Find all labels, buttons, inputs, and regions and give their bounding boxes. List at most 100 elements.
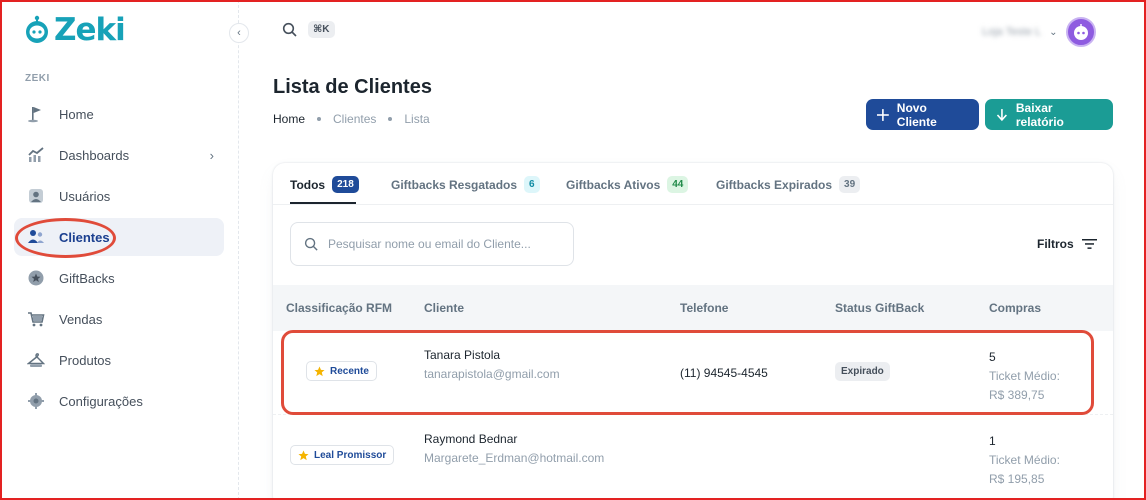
sidebar-collapse-button[interactable]: ‹ <box>229 23 249 43</box>
sidebar-item-label: Clientes <box>59 229 110 245</box>
table-row[interactable]: Leal Promissor Raymond Bednar Margarete_… <box>273 415 1113 499</box>
tab-label: Todos <box>290 177 326 192</box>
purchases-cell: 5 Ticket Médio: R$ 389,75 <box>989 348 1060 405</box>
sidebar-item-dashboards[interactable]: Dashboards › <box>14 136 224 174</box>
column-header-cliente[interactable]: Cliente <box>424 301 464 315</box>
rfm-badge: Recente <box>306 361 377 381</box>
star-icon <box>314 365 325 376</box>
avatar[interactable] <box>1065 17 1096 47</box>
breadcrumb-clientes[interactable]: Clientes <box>333 112 376 126</box>
search-icon <box>304 237 318 251</box>
account-menu[interactable]: Loja Teste L ⌄ <box>982 17 1096 47</box>
tab-giftbacks-ativos[interactable]: Giftbacks Ativos 44 <box>566 176 689 193</box>
chevron-down-icon: ⌄ <box>1049 26 1058 38</box>
ticket-label: Ticket Médio: <box>989 453 1060 467</box>
status-tabs: Todos 218 Giftbacks Resgatados 6 Giftbac… <box>273 163 1113 205</box>
sidebar-item-configuracoes[interactable]: Configurações <box>14 382 224 420</box>
tab-label: Giftbacks Expirados <box>716 177 833 192</box>
breadcrumb: Home Clientes Lista <box>273 112 430 126</box>
new-client-label: Novo Cliente <box>896 100 937 129</box>
column-header-status[interactable]: Status GiftBack <box>835 301 924 315</box>
chevron-right-icon: › <box>209 147 214 163</box>
ticket-label: Ticket Médio: <box>989 369 1060 383</box>
chart-line-icon <box>26 145 46 165</box>
filters-label: Filtros <box>1037 237 1074 251</box>
sidebar-item-label: Home <box>59 106 94 122</box>
download-report-button[interactable]: Baixar relatório <box>985 99 1113 130</box>
tab-count: 6 <box>524 176 540 193</box>
rfm-badge: Leal Promissor <box>290 445 395 465</box>
filter-icon <box>1081 239 1097 249</box>
sidebar-section-label: ZEKI <box>25 73 50 84</box>
robot-logo-icon <box>26 15 48 43</box>
tab-todos[interactable]: Todos 218 <box>290 176 359 193</box>
hanger-icon <box>26 350 46 370</box>
client-search-field[interactable] <box>290 222 574 266</box>
search-icon <box>282 22 297 37</box>
sidebar-item-label: GiftBacks <box>59 270 115 286</box>
tab-giftbacks-expirados[interactable]: Giftbacks Expirados 39 <box>716 176 861 193</box>
column-header-rfm[interactable]: Classificação RFM <box>286 301 392 315</box>
column-header-telefone[interactable]: Telefone <box>680 301 728 315</box>
table-row[interactable]: Recente Tanara Pistola tanarapistola@gma… <box>273 331 1113 415</box>
client-search-input[interactable] <box>328 237 558 251</box>
tab-count: 218 <box>332 176 359 193</box>
tab-count: 44 <box>667 176 689 193</box>
star-badge-icon <box>26 268 46 288</box>
sidebar-item-label: Usuários <box>59 188 111 204</box>
table-header: Classificação RFM Cliente Telefone Statu… <box>273 285 1113 331</box>
rfm-label: Recente <box>330 365 369 377</box>
tab-count: 39 <box>839 176 861 193</box>
purchases-cell: 1 Ticket Médio: R$ 195,85 <box>989 432 1060 489</box>
download-report-label: Baixar relatório <box>1015 100 1064 129</box>
ticket-value: R$ 195,85 <box>989 472 1045 486</box>
star-icon <box>298 449 309 460</box>
column-header-compras[interactable]: Compras <box>989 301 1041 315</box>
breadcrumb-lista: Lista <box>404 112 430 126</box>
flag-icon <box>26 104 46 124</box>
logo[interactable]: Zeki <box>22 12 126 48</box>
brand-name: Zeki <box>54 12 126 48</box>
tab-label: Giftbacks Ativos <box>566 177 661 192</box>
purchase-count: 1 <box>989 434 996 448</box>
cart-icon <box>26 309 46 329</box>
sidebar-item-home[interactable]: Home <box>14 95 224 133</box>
sidebar-item-clientes[interactable]: Clientes <box>14 218 224 256</box>
sidebar-item-label: Vendas <box>59 311 103 327</box>
page-title: Lista de Clientes <box>273 76 432 98</box>
sidebar: Zeki ZEKI Home Dashboards › Usuários Cli… <box>0 0 239 500</box>
active-tab-indicator <box>290 202 356 204</box>
new-client-button[interactable]: Novo Cliente <box>866 99 979 130</box>
clients-icon <box>26 227 46 247</box>
sidebar-nav: Home Dashboards › Usuários Clientes Gift… <box>14 95 224 423</box>
global-search-trigger[interactable]: ⌘K <box>282 21 335 38</box>
giftback-status-badge: Expirado <box>835 362 890 381</box>
breadcrumb-home[interactable]: Home <box>273 112 305 126</box>
ticket-value: R$ 389,75 <box>989 388 1045 402</box>
sidebar-item-label: Dashboards <box>59 147 130 163</box>
rfm-label: Leal Promissor <box>314 449 387 461</box>
client-email: Margarete_Erdman@hotmail.com <box>424 451 605 465</box>
sidebar-item-giftbacks[interactable]: GiftBacks <box>14 259 224 297</box>
tab-label: Giftbacks Resgatados <box>391 177 518 192</box>
sidebar-item-usuarios[interactable]: Usuários <box>14 177 224 215</box>
arrow-down-icon <box>996 108 1007 121</box>
client-phone: (11) 94545-4545 <box>680 366 768 380</box>
filters-button[interactable]: Filtros <box>1037 237 1097 251</box>
client-name: Raymond Bednar <box>424 432 518 446</box>
breadcrumb-separator <box>317 117 322 121</box>
keyboard-shortcut-badge: ⌘K <box>308 21 335 38</box>
robot-avatar-icon <box>1073 24 1088 40</box>
sidebar-item-produtos[interactable]: Produtos <box>14 341 224 379</box>
sidebar-item-label: Configurações <box>59 393 143 409</box>
clients-card: Todos 218 Giftbacks Resgatados 6 Giftbac… <box>273 163 1113 500</box>
plus-icon <box>876 108 889 121</box>
sidebar-item-vendas[interactable]: Vendas <box>14 300 224 338</box>
user-icon <box>26 186 46 206</box>
tab-giftbacks-resgatados[interactable]: Giftbacks Resgatados 6 <box>391 176 540 193</box>
breadcrumb-separator <box>388 117 393 121</box>
sidebar-item-label: Produtos <box>59 352 112 368</box>
gear-icon <box>26 391 46 411</box>
client-email: tanarapistola@gmail.com <box>424 367 560 381</box>
client-name: Tanara Pistola <box>424 348 501 362</box>
